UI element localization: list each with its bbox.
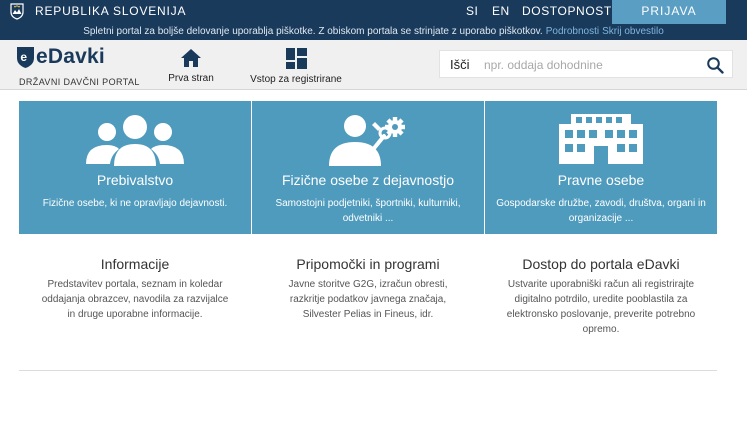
access-section[interactable]: Dostop do portala eDavki Ustvarite upora…	[485, 256, 717, 337]
building-icon	[559, 114, 643, 164]
nav-registered-label: Vstop za registrirane	[250, 74, 342, 85]
person-tools-icon	[329, 115, 405, 166]
access-desc: Ustvarite uporabniški račun ali registri…	[506, 279, 696, 335]
tools-section[interactable]: Pripomočki in programi Javne storitve G2…	[252, 256, 484, 322]
lang-si-link[interactable]: SI	[466, 4, 478, 18]
info-title: Informacije	[100, 256, 170, 272]
divider	[19, 370, 717, 371]
tile-legal-entities-desc: Gospodarske družbe, zavodi, društva, org…	[496, 198, 706, 224]
dashboard-icon	[285, 48, 307, 69]
login-button[interactable]: PRIJAVA	[612, 0, 726, 24]
nav-home[interactable]: Prva stran	[166, 48, 216, 84]
tile-citizens-desc: Fizične osebe, ki ne opravljajo dejavnos…	[42, 198, 228, 209]
nav-home-label: Prva stran	[168, 73, 214, 84]
accessibility-label: DOSTOPNOST	[522, 4, 612, 18]
shield-logo-icon: e	[17, 47, 34, 68]
info-desc: Predstavitev portala, seznam in koledar …	[41, 279, 229, 320]
search-icon[interactable]	[706, 56, 724, 74]
search-box: Išči	[439, 50, 733, 78]
cookie-details-link[interactable]: Podrobnosti	[546, 26, 599, 37]
accessibility-dropdown[interactable]: DOSTOPNOST	[522, 4, 622, 18]
people-group-icon	[86, 115, 184, 166]
tile-self-employed[interactable]: Fizične osebe z dejavnostjo Samostojni p…	[252, 101, 484, 234]
svg-text:e: e	[20, 50, 27, 64]
tools-desc: Javne storitve G2G, izračun obresti, raz…	[288, 279, 448, 320]
home-icon	[181, 49, 201, 67]
cookie-hide-link[interactable]: Skrij obvestilo	[602, 26, 664, 37]
brand-name: eDavki	[36, 45, 105, 68]
tile-legal-entities[interactable]: Pravne osebe Gospodarske družbe, zavodi,…	[485, 101, 717, 234]
tile-citizens[interactable]: Prebivalstvo Fizične osebe, ki ne opravl…	[19, 101, 251, 234]
top-bar: REPUBLIKA SLOVENIJA SI EN DOSTOPNOST PRI…	[0, 0, 747, 24]
cookie-text: Spletni portal za boljše delovanje upora…	[83, 26, 543, 37]
tile-legal-entities-title: Pravne osebe	[557, 172, 645, 188]
info-section[interactable]: Informacije Predstavitev portala, seznam…	[19, 256, 251, 322]
portal-subtitle: DRŽAVNI DAVČNI PORTAL	[19, 77, 140, 87]
tile-self-employed-desc: Samostojni podjetniki, športniki, kultur…	[275, 198, 461, 224]
search-input[interactable]	[484, 55, 699, 74]
cookie-notice: Spletni portal za boljše delovanje upora…	[0, 24, 747, 40]
tile-self-employed-title: Fizične osebe z dejavnostjo	[282, 172, 454, 188]
tools-title: Pripomočki in programi	[296, 256, 440, 272]
slovenia-crest-icon	[10, 3, 24, 20]
nav-registered[interactable]: Vstop za registrirane	[246, 48, 346, 85]
access-title: Dostop do portala eDavki	[522, 256, 680, 272]
country-name: REPUBLIKA SLOVENIJA	[35, 4, 187, 18]
site-header: e eDavki DRŽAVNI DAVČNI PORTAL Prva stra…	[0, 40, 747, 90]
lang-en-link[interactable]: EN	[492, 4, 510, 18]
search-label: Išči	[450, 57, 470, 72]
tile-citizens-title: Prebivalstvo	[96, 172, 174, 188]
